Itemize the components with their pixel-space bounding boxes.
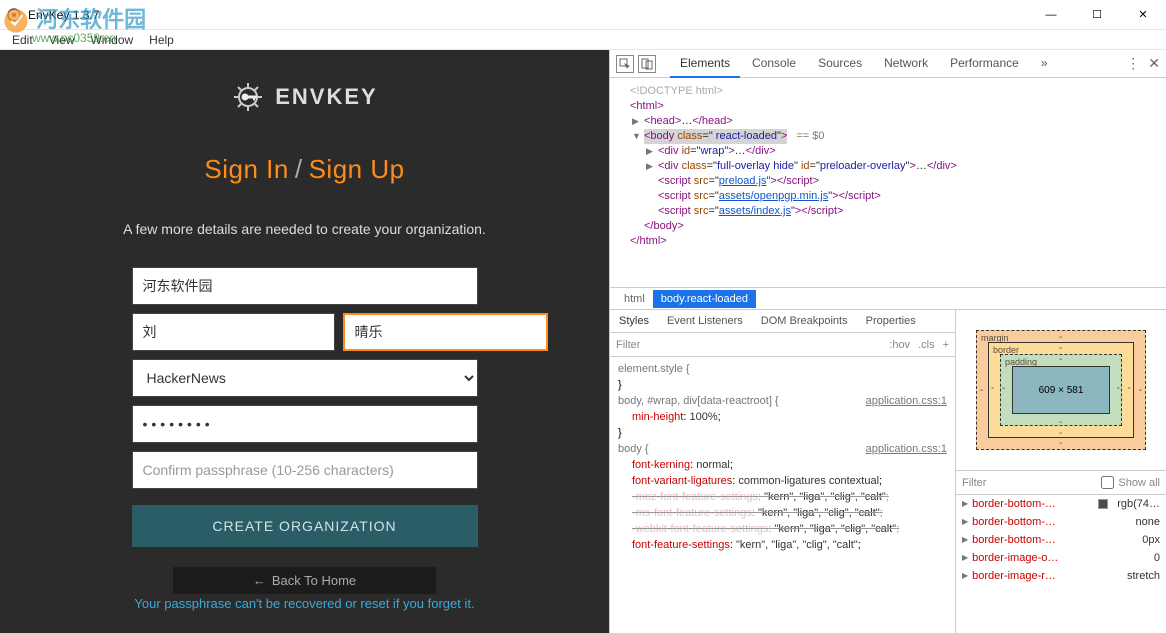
menu-bar: Edit View Window Help xyxy=(0,30,1166,50)
devtools-close-icon[interactable]: ✕ xyxy=(1148,55,1160,72)
last-name-input[interactable] xyxy=(343,313,548,351)
devtools-panel: Elements Console Sources Network Perform… xyxy=(609,50,1166,633)
tab-console[interactable]: Console xyxy=(742,50,806,78)
devtools-toolbar: Elements Console Sources Network Perform… xyxy=(610,50,1166,78)
tab-more[interactable]: » xyxy=(1031,50,1058,78)
computed-filter-input[interactable]: Filter xyxy=(962,477,986,489)
devtools-menu-icon[interactable]: ⋮ xyxy=(1126,55,1140,72)
org-name-input[interactable] xyxy=(132,267,478,305)
styles-filter-input[interactable]: Filter xyxy=(616,339,640,351)
elements-tree[interactable]: <!DOCTYPE html> <html> ▶<head>…</head> ▼… xyxy=(610,78,1166,288)
app-icon xyxy=(6,7,22,23)
tab-event-listeners[interactable]: Event Listeners xyxy=(658,310,752,332)
add-rule-button[interactable]: + xyxy=(943,339,949,351)
create-organization-button[interactable]: CREATE ORGANIZATION xyxy=(132,505,478,547)
tab-styles[interactable]: Styles xyxy=(610,310,658,332)
tab-dom-breakpoints[interactable]: DOM Breakpoints xyxy=(752,310,857,332)
app-logo: ENVKEY xyxy=(231,80,377,114)
inspect-element-icon[interactable] xyxy=(616,55,634,73)
page-subtext: A few more details are needed to create … xyxy=(123,221,486,237)
minimize-button[interactable]: — xyxy=(1028,0,1074,30)
device-toggle-icon[interactable] xyxy=(638,55,656,73)
window-titlebar: EnvKey 1.3.7 — ☐ ✕ xyxy=(0,0,1166,30)
cls-toggle[interactable]: .cls xyxy=(918,339,935,351)
maximize-button[interactable]: ☐ xyxy=(1074,0,1120,30)
styles-filter-row: Filter :hov .cls + xyxy=(610,333,955,357)
show-all-checkbox[interactable] xyxy=(1101,476,1114,489)
tab-performance[interactable]: Performance xyxy=(940,50,1029,78)
passphrase-warning: Your passphrase can't be recovered or re… xyxy=(134,596,474,611)
box-model: margin---- border---- padding---- 609 × … xyxy=(956,310,1166,471)
window-title: EnvKey 1.3.7 xyxy=(28,8,99,22)
app-content: ENVKEY Sign In/Sign Up A few more detail… xyxy=(0,50,609,633)
menu-view[interactable]: View xyxy=(41,31,83,49)
passphrase-input[interactable] xyxy=(132,405,478,443)
back-to-home-link[interactable]: ← Back To Home xyxy=(173,567,436,594)
brand-text: ENVKEY xyxy=(275,84,377,110)
first-name-input[interactable] xyxy=(132,313,335,351)
page-heading: Sign In/Sign Up xyxy=(204,154,404,185)
hov-toggle[interactable]: :hov xyxy=(889,339,910,351)
tab-sources[interactable]: Sources xyxy=(808,50,872,78)
tab-properties[interactable]: Properties xyxy=(857,310,925,332)
computed-list[interactable]: ▶border-bottom-…rgb(74… ▶border-bottom-…… xyxy=(956,495,1166,633)
tab-elements[interactable]: Elements xyxy=(670,50,740,78)
tab-network[interactable]: Network xyxy=(874,50,938,78)
menu-help[interactable]: Help xyxy=(141,31,182,49)
gear-key-icon xyxy=(231,80,265,114)
signup-form: HackerNews CREATE ORGANIZATION xyxy=(132,267,478,547)
menu-window[interactable]: Window xyxy=(82,31,141,49)
computed-filter-row: Filter Show all xyxy=(956,471,1166,495)
source-select[interactable]: HackerNews xyxy=(132,359,478,397)
styles-rules[interactable]: element.style { } application.css:1body,… xyxy=(610,357,955,633)
menu-edit[interactable]: Edit xyxy=(4,31,41,49)
arrow-left-icon: ← xyxy=(253,573,266,588)
styles-tabs: Styles Event Listeners DOM Breakpoints P… xyxy=(610,310,955,333)
elements-breadcrumb[interactable]: html body.react-loaded xyxy=(610,288,1166,310)
close-button[interactable]: ✕ xyxy=(1120,0,1166,30)
confirm-passphrase-input[interactable] xyxy=(132,451,478,489)
